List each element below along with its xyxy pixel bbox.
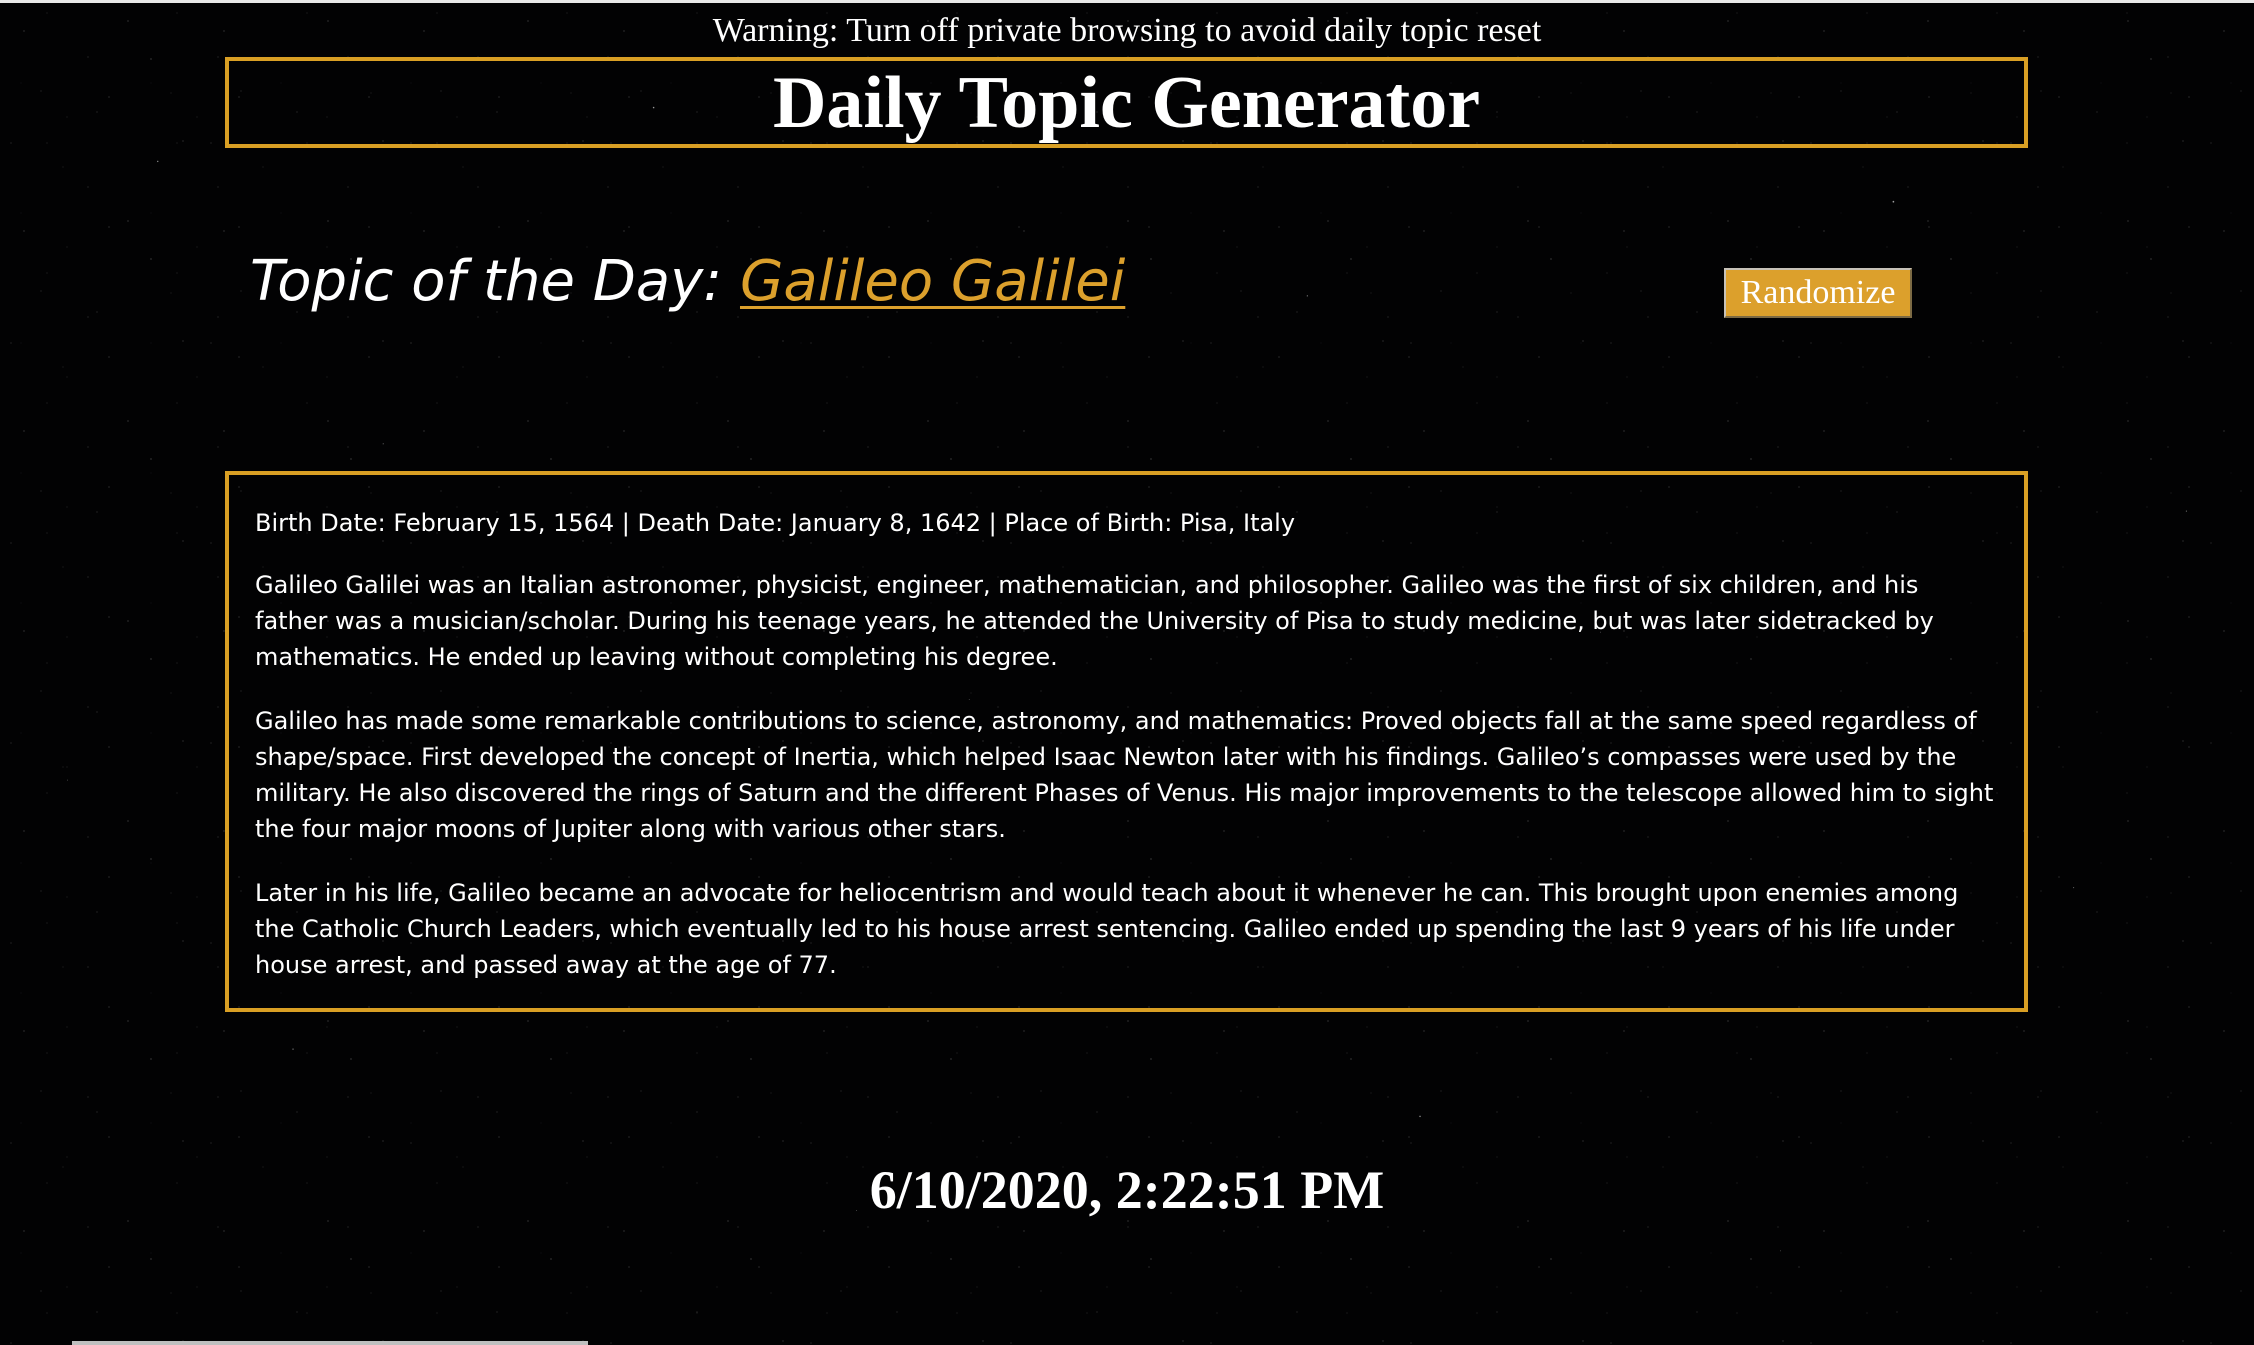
browser-top-edge [0, 0, 2254, 3]
topic-prefix: Topic of the Day: [250, 249, 740, 314]
topic-info-panel: Birth Date: February 15, 1564 | Death Da… [225, 471, 2028, 1012]
topic-meta-line: Birth Date: February 15, 1564 | Death Da… [255, 509, 1296, 537]
info-paragraph-contributions: Galileo has made some remarkable contrib… [255, 707, 1994, 843]
info-paragraph-later-life: Later in his life, Galileo became an adv… [255, 879, 1959, 979]
private-browsing-warning: Warning: Turn off private browsing to av… [712, 12, 1542, 49]
header-banner: Daily Topic Generator [225, 57, 2028, 148]
current-datetime: 6/10/2020, 2:22:51 PM [869, 1160, 1385, 1220]
horizontal-scrollbar-thumb[interactable] [72, 1341, 588, 1345]
randomize-button[interactable]: Randomize [1724, 268, 1912, 318]
page-title: Daily Topic Generator [772, 61, 1481, 144]
info-paragraph-biography: Galileo Galilei was an Italian astronome… [255, 571, 1934, 671]
topic-link[interactable]: Galileo Galilei [740, 249, 1125, 314]
topic-of-the-day: Topic of the Day: Galileo Galilei [250, 247, 1125, 317]
